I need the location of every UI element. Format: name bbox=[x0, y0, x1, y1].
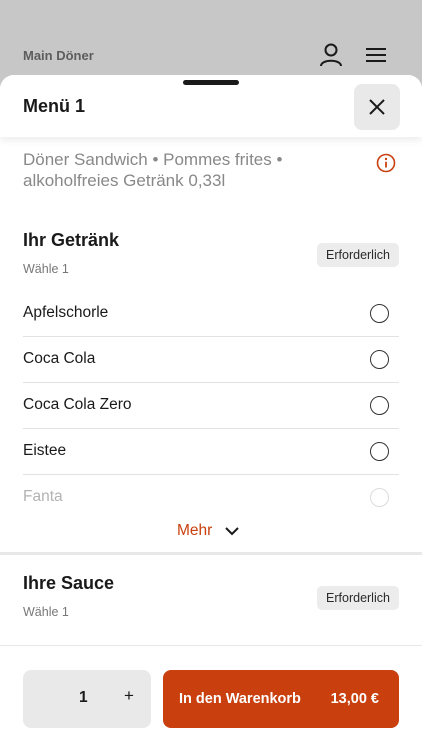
required-badge: Erforderlich bbox=[317, 586, 399, 610]
sheet-header: Menü 1 bbox=[0, 75, 422, 137]
option-apfelschorle[interactable]: Apfelschorle bbox=[23, 290, 399, 336]
hamburger-menu-icon[interactable] bbox=[364, 42, 390, 68]
drink-section-title: Ihr Getränk bbox=[23, 230, 120, 250]
radio-button[interactable] bbox=[370, 303, 389, 323]
radio-button[interactable] bbox=[370, 441, 389, 461]
show-more-label: Mehr bbox=[177, 522, 213, 539]
radio-button[interactable] bbox=[370, 487, 389, 507]
option-label: Fanta bbox=[23, 488, 63, 505]
add-to-cart-label: In den Warenkorb bbox=[179, 691, 301, 707]
option-label: Apfelschorle bbox=[23, 304, 109, 321]
restaurant-title: Main Döner bbox=[23, 48, 94, 63]
radio-button[interactable] bbox=[370, 349, 389, 369]
option-fanta[interactable]: Fanta bbox=[23, 474, 399, 520]
section-separator bbox=[0, 552, 422, 555]
option-label: Coca Cola bbox=[23, 350, 96, 367]
menu-description: Döner Sandwich • Pommes frites • alkohol… bbox=[23, 150, 283, 190]
option-label: Eistee bbox=[23, 442, 67, 459]
option-label: Coca Cola Zero bbox=[23, 396, 132, 413]
close-button[interactable] bbox=[354, 84, 400, 130]
sheet-grabber-handle[interactable] bbox=[183, 80, 239, 85]
required-badge: Erforderlich bbox=[317, 243, 399, 267]
show-more-button[interactable]: Mehr bbox=[177, 522, 240, 540]
sauce-section-title: Ihre Sauce bbox=[23, 573, 115, 593]
drink-section-subtitle: Wähle 1 bbox=[23, 262, 69, 276]
close-icon bbox=[369, 99, 385, 115]
quantity-value: 1 bbox=[79, 689, 88, 706]
order-footer: 1 + In den Warenkorb 13,00 € bbox=[0, 645, 422, 751]
user-icon[interactable] bbox=[318, 42, 344, 68]
radio-button[interactable] bbox=[370, 395, 389, 415]
increment-button[interactable]: + bbox=[119, 686, 139, 706]
sauce-section-subtitle: Wähle 1 bbox=[23, 605, 69, 619]
quantity-stepper[interactable]: 1 + bbox=[23, 670, 151, 728]
total-price: 13,00 € bbox=[330, 691, 379, 707]
chevron-down-icon bbox=[225, 527, 240, 536]
info-icon[interactable] bbox=[376, 153, 396, 173]
add-to-cart-button[interactable]: In den Warenkorb 13,00 € bbox=[163, 670, 399, 728]
option-eistee[interactable]: Eistee bbox=[23, 428, 399, 474]
option-coca-cola[interactable]: Coca Cola bbox=[23, 336, 399, 382]
option-coca-cola-zero[interactable]: Coca Cola Zero bbox=[23, 382, 399, 428]
sheet-title: Menü 1 bbox=[23, 96, 86, 116]
